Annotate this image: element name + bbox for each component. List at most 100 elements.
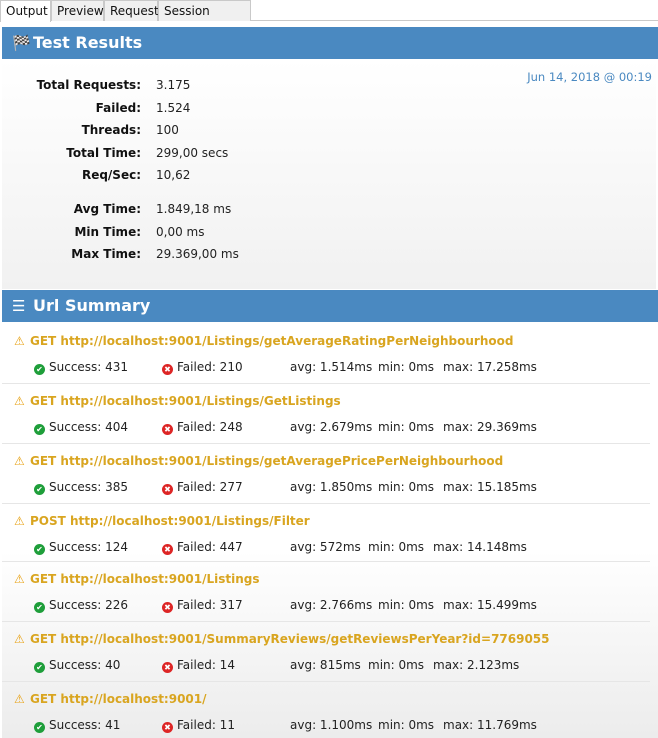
warning-icon: ⚠ — [14, 334, 25, 348]
url-title[interactable]: ⚠ GET http://localhost:9001/SummaryReview… — [14, 632, 550, 650]
url-title[interactable]: ⚠ GET http://localhost:9001/ — [14, 692, 207, 710]
min-time: min: 0ms — [368, 540, 425, 554]
url-summary-item: ⚠ POST http://localhost:9001/Listings/Fil… — [2, 514, 650, 562]
url-title[interactable]: ⚠ GET http://localhost:9001/Listings/getA… — [14, 454, 503, 472]
url-title-text: POST http://localhost:9001/Listings/Filt… — [30, 514, 310, 528]
test-results-header: 🏁 Test Results — [2, 27, 658, 59]
stat-value-failed: 1.524 — [156, 101, 191, 115]
test-results-body: Jun 14, 2018 @ 00:19 Total Requests: 3.1… — [2, 59, 656, 289]
min-time: min: 0ms — [378, 480, 435, 494]
stat-label-total-time: Total Time: — [66, 146, 141, 160]
tab-preview[interactable]: Preview — [51, 0, 104, 21]
test-results-title: Test Results — [33, 33, 143, 52]
x-circle-icon: ✖ — [162, 544, 173, 555]
url-summary-title: Url Summary — [33, 296, 151, 315]
result-timestamp: Jun 14, 2018 @ 00:19 — [527, 70, 652, 84]
min-time: min: 0ms — [378, 360, 435, 374]
url-summary-item: ⚠ GET http://localhost:9001/Listings/GetL… — [2, 394, 650, 444]
max-time: max: 15.499ms — [443, 598, 537, 612]
warning-icon: ⚠ — [14, 572, 25, 586]
url-title[interactable]: ⚠ GET http://localhost:9001/Listings/getA… — [14, 334, 513, 352]
failed-count: ✖ Failed: 248 — [162, 420, 243, 435]
stat-value-threads: 100 — [156, 123, 179, 137]
avg-time: avg: 1.850ms — [290, 480, 373, 494]
url-title-text: GET http://localhost:9001/ — [30, 692, 207, 706]
success-count: ✔ Success: 431 — [34, 360, 128, 375]
max-time: max: 11.769ms — [443, 718, 537, 732]
avg-time: avg: 815ms — [290, 658, 361, 672]
url-summary-item: ⚠ GET http://localhost:9001/Listings ✔ Suc… — [2, 572, 650, 622]
avg-time: avg: 1.514ms — [290, 360, 373, 374]
failed-count: ✖ Failed: 317 — [162, 598, 243, 613]
success-count: ✔ Success: 226 — [34, 598, 128, 613]
x-circle-icon: ✖ — [162, 424, 173, 435]
url-summary-list: ⚠ GET http://localhost:9001/Listings/getA… — [2, 322, 658, 738]
stat-value-total-time: 299,00 secs — [156, 146, 229, 160]
success-count: ✔ Success: 40 — [34, 658, 120, 673]
stat-label-avg-time: Avg Time: — [73, 202, 141, 216]
stat-label-req-sec: Req/Sec: — [81, 168, 141, 182]
x-circle-icon: ✖ — [162, 602, 173, 613]
success-count: ✔ Success: 404 — [34, 420, 128, 435]
warning-icon: ⚠ — [14, 632, 25, 646]
min-time: min: 0ms — [368, 658, 425, 672]
check-circle-icon: ✔ — [34, 484, 45, 495]
stat-label-total-requests: Total Requests: — [36, 78, 141, 92]
warning-icon: ⚠ — [14, 454, 25, 468]
stat-value-max-time: 29.369,00 ms — [156, 247, 239, 261]
max-time: max: 15.185ms — [443, 480, 537, 494]
x-circle-icon: ✖ — [162, 364, 173, 375]
stat-label-max-time: Max Time: — [71, 247, 141, 261]
check-circle-icon: ✔ — [34, 722, 45, 733]
stat-label-failed: Failed: — [95, 101, 141, 115]
check-circle-icon: ✔ — [34, 662, 45, 673]
success-count: ✔ Success: 41 — [34, 718, 120, 733]
failed-count: ✖ Failed: 210 — [162, 360, 243, 375]
failed-count: ✖ Failed: 14 — [162, 658, 235, 673]
url-title[interactable]: ⚠ GET http://localhost:9001/Listings — [14, 572, 260, 590]
url-summary-header: ☰ Url Summary — [2, 290, 658, 322]
tab-session-options[interactable]: Session Options — [158, 0, 251, 38]
stat-value-min-time: 0,00 ms — [156, 225, 205, 239]
max-time: max: 14.148ms — [433, 540, 527, 554]
url-summary-item: ⚠ GET http://localhost:9001/ ✔ Success: 41… — [2, 692, 650, 738]
avg-time: avg: 572ms — [290, 540, 361, 554]
check-circle-icon: ✔ — [34, 364, 45, 375]
tab-output[interactable]: Output — [0, 0, 51, 22]
check-circle-icon: ✔ — [34, 424, 45, 435]
url-title-text: GET http://localhost:9001/SummaryReviews… — [30, 632, 550, 646]
x-circle-icon: ✖ — [162, 484, 173, 495]
max-time: max: 2.123ms — [433, 658, 520, 672]
avg-time: avg: 2.766ms — [290, 598, 373, 612]
url-title-text: GET http://localhost:9001/Listings/GetLi… — [30, 394, 341, 408]
stat-label-threads: Threads: — [81, 123, 141, 137]
url-title-text: GET http://localhost:9001/Listings/getAv… — [30, 454, 504, 468]
failed-count: ✖ Failed: 11 — [162, 718, 235, 733]
url-summary-item: ⚠ GET http://localhost:9001/Listings/getA… — [2, 334, 650, 384]
url-summary-item: ⚠ GET http://localhost:9001/SummaryReview… — [2, 632, 650, 682]
list-icon: ☰ — [12, 297, 26, 315]
stat-value-req-sec: 10,62 — [156, 168, 191, 182]
warning-icon: ⚠ — [14, 394, 25, 408]
success-count: ✔ Success: 124 — [34, 540, 128, 555]
x-circle-icon: ✖ — [162, 662, 173, 673]
x-circle-icon: ✖ — [162, 722, 173, 733]
url-title[interactable]: ⚠ POST http://localhost:9001/Listings/Fil… — [14, 514, 310, 532]
max-time: max: 29.369ms — [443, 420, 537, 434]
tab-request[interactable]: Request — [104, 0, 159, 21]
check-circle-icon: ✔ — [34, 544, 45, 555]
output-panel: 🏁 Test Results Jun 14, 2018 @ 00:19 Total… — [0, 22, 658, 738]
checkered-flag-icon: 🏁 — [12, 34, 31, 52]
min-time: min: 0ms — [378, 718, 435, 732]
stat-value-total-requests: 3.175 — [156, 78, 191, 92]
avg-time: avg: 2.679ms — [290, 420, 373, 434]
min-time: min: 0ms — [378, 420, 435, 434]
check-circle-icon: ✔ — [34, 602, 45, 613]
url-summary-item: ⚠ GET http://localhost:9001/Listings/getA… — [2, 454, 650, 504]
max-time: max: 17.258ms — [443, 360, 537, 374]
url-title[interactable]: ⚠ GET http://localhost:9001/Listings/GetL… — [14, 394, 341, 412]
url-title-text: GET http://localhost:9001/Listings/getAv… — [30, 334, 514, 348]
min-time: min: 0ms — [378, 598, 435, 612]
failed-count: ✖ Failed: 277 — [162, 480, 243, 495]
success-count: ✔ Success: 385 — [34, 480, 128, 495]
